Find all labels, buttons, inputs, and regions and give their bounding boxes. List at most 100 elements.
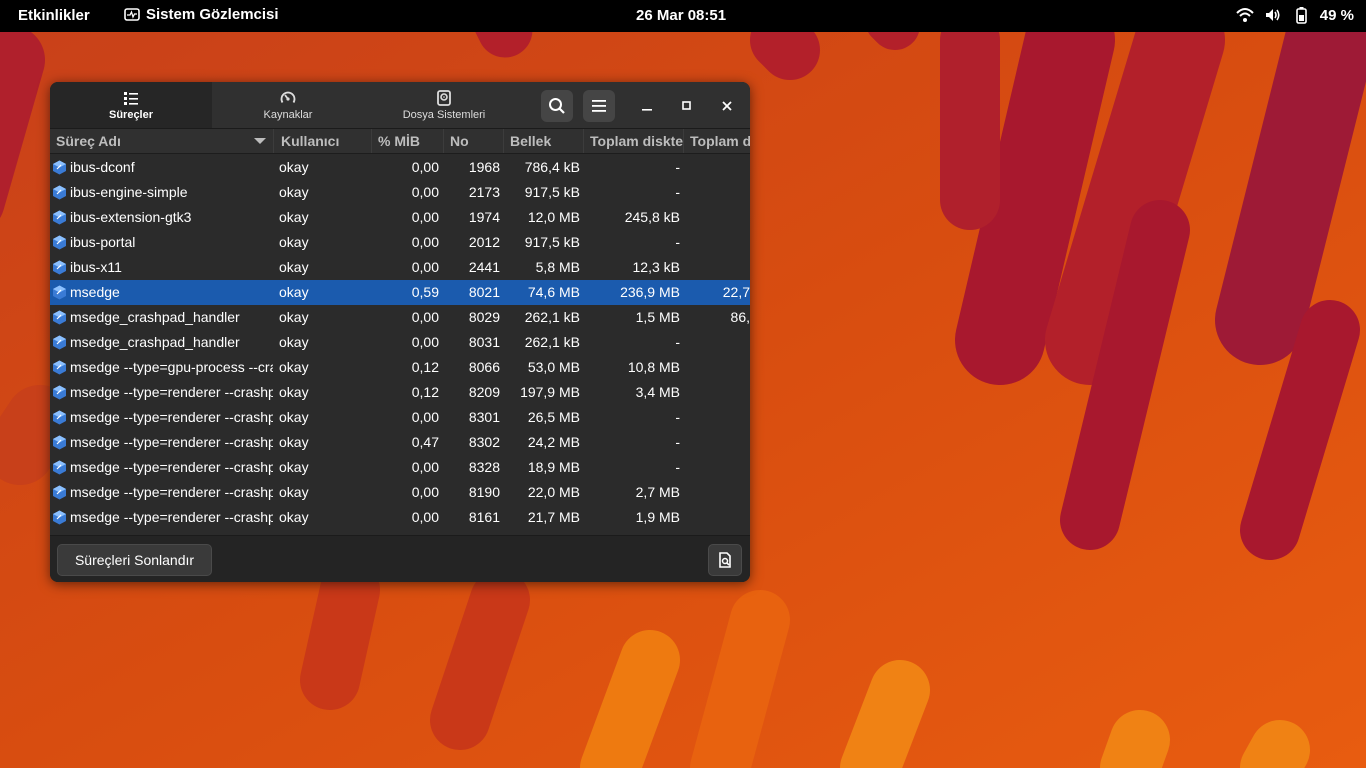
table-row[interactable]: msedge --type=gpu-process --crashpad okay… xyxy=(50,355,750,380)
column-header-user[interactable]: Kullanıcı xyxy=(275,129,372,153)
table-row[interactable]: msedge_crashpad_handler okay 0,00 8029 262,1… xyxy=(50,305,750,330)
executable-icon xyxy=(53,185,66,200)
memory-cell: 786,4 kB xyxy=(524,159,580,175)
process-id-cell: 8190 xyxy=(468,484,500,500)
column-header-cpu[interactable]: % MİB xyxy=(372,129,444,153)
user-cell: okay xyxy=(279,459,309,475)
table-row[interactable]: msedge --type=renderer --crashpad okay 0,0… xyxy=(50,505,750,530)
main-menu-button[interactable] xyxy=(583,90,615,122)
battery-percent: 49 % xyxy=(1319,6,1354,24)
executable-icon xyxy=(53,485,66,500)
list-icon xyxy=(124,91,138,105)
memory-cell: 197,9 MB xyxy=(520,384,580,400)
memory-cell: 917,5 kB xyxy=(524,184,580,200)
table-row[interactable]: msedge --type=renderer --crashpad okay 0,1… xyxy=(50,380,750,405)
disk-read-cell: 236,9 MB xyxy=(620,284,680,300)
end-process-button[interactable]: Süreçleri Sonlandır xyxy=(57,544,212,576)
table-row[interactable]: ibus-portal okay 0,00 2012 917,5 kB - xyxy=(50,230,750,255)
table-row[interactable]: msedge_crashpad_handler okay 0,00 8031 262,1… xyxy=(50,330,750,355)
process-name-cell: ibus-dconf xyxy=(70,159,135,175)
cpu-cell: 0,00 xyxy=(411,234,439,250)
user-cell: okay xyxy=(279,384,309,400)
disk-write-cell: 86, xyxy=(730,309,750,325)
executable-icon xyxy=(53,235,66,250)
tab-processes[interactable]: Süreçler xyxy=(50,82,212,128)
table-row[interactable]: ibus-dconf okay 0,00 1968 786,4 kB - xyxy=(50,155,750,180)
table-row[interactable]: msedge okay 0,59 8021 74,6 MB 236,9 MB 22,7 xyxy=(50,280,750,305)
cpu-cell: 0,00 xyxy=(411,459,439,475)
system-tray[interactable]: 49 % xyxy=(1236,6,1354,24)
process-id-cell: 1968 xyxy=(468,159,500,175)
executable-icon xyxy=(53,510,66,525)
app-menu[interactable]: Sistem Gözlemcisi xyxy=(124,6,279,23)
disk-write-cell xyxy=(686,355,750,380)
app-name: Sistem Gözlemcisi xyxy=(146,6,279,23)
user-cell: okay xyxy=(279,509,309,525)
user-cell: okay xyxy=(279,284,309,300)
process-id-cell: 8302 xyxy=(468,434,500,450)
disk-read-cell: - xyxy=(675,434,680,450)
disk-write-cell xyxy=(686,255,750,280)
search-button[interactable] xyxy=(541,90,573,122)
process-name-cell: msedge --type=gpu-process --crashpad xyxy=(70,359,273,375)
table-row[interactable]: msedge --type=renderer --crashpad okay 0,0… xyxy=(50,405,750,430)
footer-bar: Süreçleri Sonlandır xyxy=(50,535,750,582)
disk-write-cell xyxy=(686,205,750,230)
cpu-cell: 0,00 xyxy=(411,509,439,525)
table-row[interactable]: msedge --type=renderer --crashpad okay 0,4… xyxy=(50,430,750,455)
column-header-disk-write[interactable]: Toplam d xyxy=(684,129,750,153)
table-row[interactable]: ibus-extension-gtk3 okay 0,00 1974 12,0 MB 24… xyxy=(50,205,750,230)
process-name-cell: msedge --type=renderer --crashpad xyxy=(70,434,273,450)
table-row[interactable]: msedge --type=renderer --crashpad okay 0,0… xyxy=(50,455,750,480)
user-cell: okay xyxy=(279,309,309,325)
disk-write-cell xyxy=(686,430,750,455)
user-cell: okay xyxy=(279,334,309,350)
column-header-id[interactable]: No xyxy=(444,129,504,153)
executable-icon xyxy=(53,410,66,425)
process-name-cell: ibus-engine-simple xyxy=(70,184,188,200)
column-header-process-name[interactable]: Süreç Adı xyxy=(50,129,274,153)
system-monitor-icon xyxy=(124,7,140,21)
memory-cell: 53,0 MB xyxy=(527,359,580,375)
disk-write-cell xyxy=(686,480,750,505)
executable-icon xyxy=(53,160,66,175)
column-header-disk-read[interactable]: Toplam diskte xyxy=(584,129,684,153)
disk-read-cell: 3,4 MB xyxy=(635,384,680,400)
process-id-cell: 8209 xyxy=(468,384,500,400)
process-id-cell: 8066 xyxy=(468,359,500,375)
process-name-cell: msedge_crashpad_handler xyxy=(70,309,240,325)
disk-write-cell xyxy=(686,180,750,205)
column-header-memory[interactable]: Bellek xyxy=(504,129,584,153)
disk-write-cell xyxy=(686,405,750,430)
activities-button[interactable]: Etkinlikler xyxy=(18,7,90,24)
executable-icon xyxy=(53,260,66,275)
user-cell: okay xyxy=(279,359,309,375)
process-name-cell: msedge --type=renderer --crashpad xyxy=(70,484,273,500)
wifi-icon xyxy=(1236,8,1254,22)
cpu-cell: 0,00 xyxy=(411,209,439,225)
tab-filesystems[interactable]: Dosya Sistemleri xyxy=(364,82,524,128)
process-properties-button[interactable] xyxy=(708,544,742,576)
process-name-cell: ibus-portal xyxy=(70,234,136,250)
minimize-icon xyxy=(642,109,652,111)
process-name-cell: msedge --type=renderer --crashpad xyxy=(70,384,273,400)
cpu-cell: 0,00 xyxy=(411,184,439,200)
tab-resources[interactable]: Kaynaklar xyxy=(212,82,364,128)
close-button[interactable] xyxy=(715,94,739,118)
clock[interactable]: 26 Mar 08:51 xyxy=(636,7,726,24)
executable-icon xyxy=(53,360,66,375)
memory-cell: 18,9 MB xyxy=(527,459,580,475)
table-row[interactable]: ibus-x11 okay 0,00 2441 5,8 MB 12,3 kB xyxy=(50,255,750,280)
minimize-button[interactable] xyxy=(635,94,659,118)
table-row[interactable]: ibus-engine-simple okay 0,00 2173 917,5 kB - xyxy=(50,180,750,205)
process-name-cell: msedge_crashpad_handler xyxy=(70,334,240,350)
maximize-button[interactable] xyxy=(675,94,699,118)
disk-icon xyxy=(437,89,451,106)
top-bar: Etkinlikler Sistem Gözlemcisi 26 Mar 08:… xyxy=(0,0,1366,32)
user-cell: okay xyxy=(279,159,309,175)
disk-read-cell: 1,5 MB xyxy=(635,309,680,325)
disk-read-cell: - xyxy=(675,334,680,350)
table-row[interactable]: msedge --type=renderer --crashpad okay 0,0… xyxy=(50,480,750,505)
process-id-cell: 8029 xyxy=(468,309,500,325)
disk-write-cell xyxy=(686,380,750,405)
